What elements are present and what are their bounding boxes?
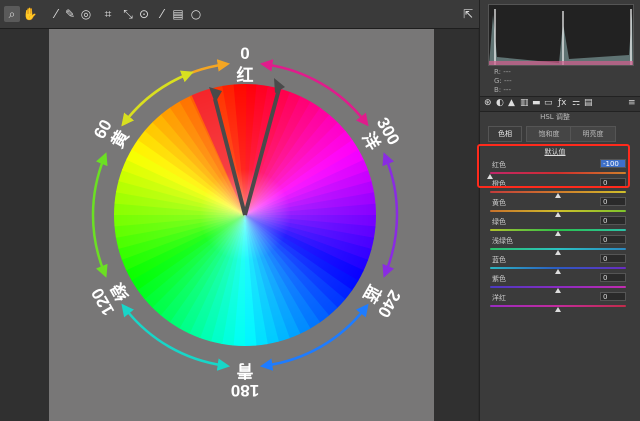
- slider-value-input[interactable]: 0: [600, 254, 626, 263]
- detail-icon[interactable]: ▲: [508, 98, 515, 108]
- export-icon[interactable]: ⇱: [460, 6, 476, 22]
- brush-icon[interactable]: ⁄: [154, 6, 170, 22]
- zoom-icon[interactable]: ⌕: [4, 6, 20, 22]
- slider-label: 黄色: [492, 199, 506, 207]
- canvas-area: 0 红 300 洋 240 蓝 180 青 120 绿 60 黄: [0, 29, 478, 421]
- crop-icon[interactable]: ⌗: [100, 6, 116, 22]
- hsl-slider-row: 蓝色 0: [490, 254, 630, 274]
- slider-label: 浅绿色: [492, 237, 513, 245]
- basic-icon[interactable]: ⊛: [484, 98, 492, 108]
- rgb-readout-r: R: ---: [494, 68, 511, 76]
- hsl-slider-row: 紫色 0: [490, 273, 630, 293]
- hsl-slider-row: 浅绿色 0: [490, 235, 630, 255]
- slider-value-input[interactable]: 0: [600, 273, 626, 282]
- image-document[interactable]: 0 红 300 洋 240 蓝 180 青 120 绿 60 黄: [49, 29, 434, 421]
- rgb-readout-b: B: ---: [494, 86, 511, 94]
- panel-tabs: ⊛ ◐ ▲ ▥ ▬ ▭ ƒx ⚎ ▤ ≡: [480, 96, 640, 112]
- panel-title: HSL 调整: [540, 113, 570, 121]
- effects-icon[interactable]: ƒx: [558, 98, 567, 108]
- radial-filter-icon[interactable]: ○: [188, 6, 204, 22]
- split-toning-icon[interactable]: ▬: [532, 98, 541, 108]
- camera-calibration-icon[interactable]: ⚎: [572, 98, 580, 108]
- tab-saturation[interactable]: 饱和度: [526, 126, 572, 142]
- highlight-annotation: [477, 144, 630, 188]
- hsl-slider-row: 绿色 0: [490, 216, 630, 236]
- hsl-icon[interactable]: ▥: [520, 98, 529, 108]
- slider-value-input[interactable]: 0: [600, 292, 626, 301]
- label-cyan-degree: 180: [231, 381, 259, 400]
- slider-label: 绿色: [492, 218, 506, 226]
- tab-hue[interactable]: 色相: [488, 126, 522, 142]
- graduated-filter-icon[interactable]: ▤: [170, 6, 186, 22]
- slider-label: 紫色: [492, 275, 506, 283]
- histogram: [488, 4, 634, 66]
- hsl-slider-row: 洋红 0: [490, 292, 630, 312]
- tab-luminance[interactable]: 明亮度: [570, 126, 616, 142]
- hue-arc-arrow: [382, 152, 399, 278]
- slider-thumb[interactable]: [555, 307, 561, 312]
- slider-value-input[interactable]: 0: [600, 197, 626, 206]
- color-wheel-figure: 0 红 300 洋 240 蓝 180 青 120 绿 60 黄: [88, 44, 405, 400]
- slider-label: 洋红: [492, 294, 506, 302]
- hue-arc-arrow: [91, 152, 108, 278]
- lens-icon[interactable]: ▭: [544, 98, 553, 108]
- right-panel: R: --- G: --- B: --- ⊛ ◐ ▲ ▥ ▬ ▭ ƒx ⚎ ▤ …: [479, 0, 640, 421]
- label-red: 红: [237, 65, 254, 86]
- targeted-adjust-icon[interactable]: ◎: [78, 6, 94, 22]
- straighten-icon[interactable]: ⤡: [120, 6, 136, 22]
- rgb-readout-g: G: ---: [494, 77, 512, 85]
- slider-value-input[interactable]: 0: [600, 235, 626, 244]
- red-eye-icon[interactable]: ⊙: [136, 6, 152, 22]
- slider-label: 蓝色: [492, 256, 506, 264]
- slider-value-input[interactable]: 0: [600, 216, 626, 225]
- label-red-degree: 0: [240, 44, 249, 63]
- color-sampler-icon[interactable]: ✎: [62, 6, 78, 22]
- label-cyan: 青: [237, 360, 254, 381]
- panel-menu-icon[interactable]: ≡: [628, 98, 636, 108]
- hand-icon[interactable]: ✋: [22, 6, 38, 22]
- tone-curve-icon[interactable]: ◐: [496, 98, 504, 108]
- hsl-slider-row: 黄色 0: [490, 197, 630, 217]
- presets-icon[interactable]: ▤: [584, 98, 593, 108]
- hsl-subtabs: 色相 饱和度 明亮度: [486, 126, 636, 142]
